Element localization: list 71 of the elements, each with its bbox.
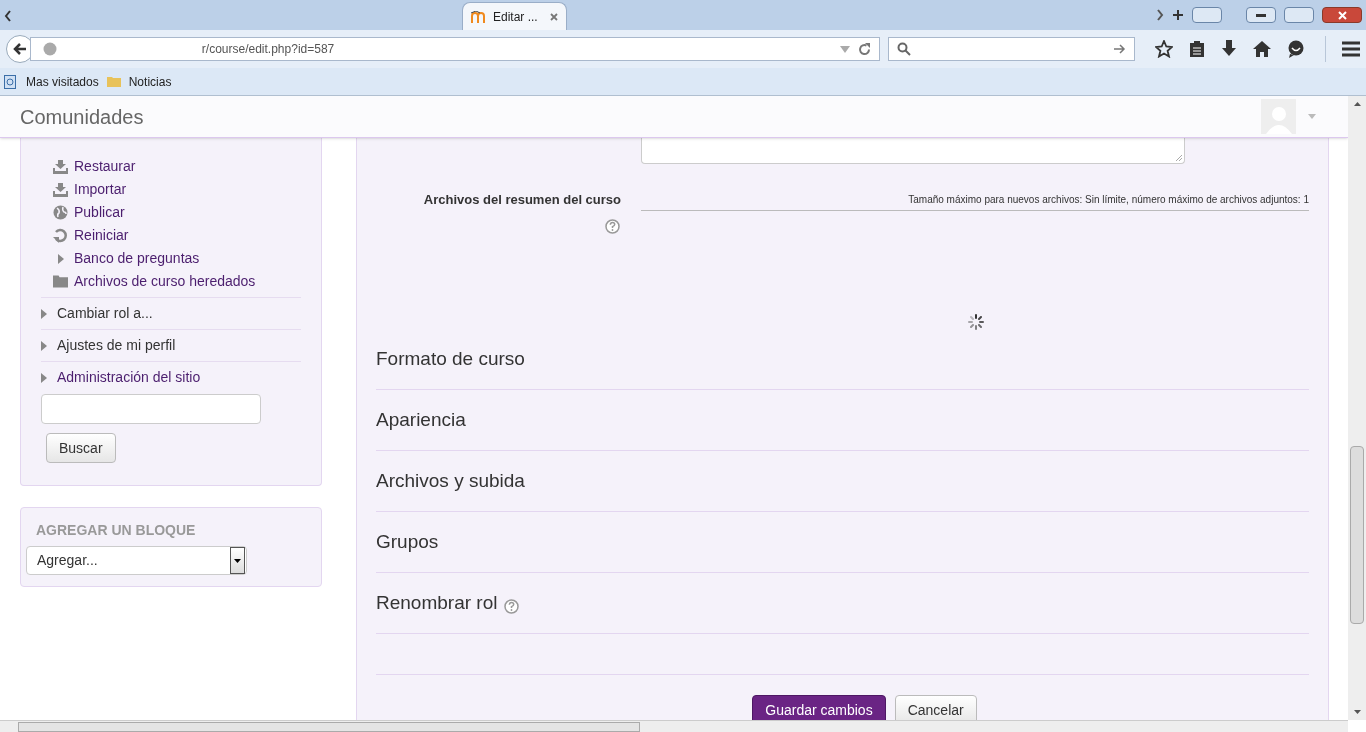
close-button[interactable] <box>1322 7 1362 23</box>
url-text: r/course/edit.php?id=587 <box>201 41 335 58</box>
circular-arrow-icon <box>53 228 68 243</box>
back-arrow-icon <box>12 43 27 55</box>
menu-link[interactable]: Restaurar <box>74 156 136 177</box>
file-limits-text: Tamaño máximo para nuevos archivos: Sin límite, número máximo de archivos adjuntos: 1 <box>641 190 1309 211</box>
field-label: Archivos del resumen del curso <box>423 191 621 209</box>
restore-button[interactable] <box>1284 7 1314 23</box>
scroll-thumb[interactable] <box>1350 446 1364 624</box>
expand-arrow-icon <box>57 253 64 264</box>
caret-icon <box>234 558 241 563</box>
menu-link[interactable]: Importar <box>74 179 127 200</box>
site-name[interactable]: Comunidades <box>20 101 144 132</box>
home-icon[interactable] <box>1253 41 1271 57</box>
horizontal-scrollbar[interactable] <box>0 720 1348 732</box>
menu-link[interactable]: Reiniciar <box>74 225 129 246</box>
search-input[interactable] <box>41 394 261 424</box>
reload-icon[interactable] <box>858 42 872 56</box>
expand-arrow-icon <box>41 372 47 383</box>
smiley-icon[interactable] <box>1287 40 1305 58</box>
chevron-right-icon[interactable] <box>1156 9 1164 21</box>
expand-arrow-icon <box>41 340 47 351</box>
magnifier-page-icon <box>4 74 18 89</box>
cancel-button[interactable]: Cancelar <box>894 695 977 720</box>
tray-download-icon <box>53 182 68 197</box>
save-button[interactable]: Guardar cambios <box>752 695 886 720</box>
menu-link[interactable]: Banco de preguntas <box>74 248 200 269</box>
resize-button[interactable] <box>1192 7 1222 23</box>
block-title: AGREGAR UN BLOQUE <box>35 521 197 540</box>
dropdown-icon[interactable] <box>840 45 851 53</box>
scroll-down-icon[interactable] <box>1353 710 1361 714</box>
chevron-left-icon <box>4 10 12 22</box>
search-icon <box>897 42 912 56</box>
close-icon <box>1337 10 1347 20</box>
menu-link[interactable]: Publicar <box>74 202 125 223</box>
download-icon[interactable] <box>1221 40 1237 58</box>
scroll-up-icon[interactable] <box>1353 102 1361 106</box>
globe-icon <box>53 205 68 220</box>
tray-download-icon <box>53 159 68 174</box>
folder-icon <box>53 275 68 288</box>
section-heading[interactable]: Archivos y subida <box>376 467 525 496</box>
resize-grip-icon <box>1175 154 1182 161</box>
browser-tab[interactable]: Editar ... <box>462 2 567 30</box>
section-heading[interactable]: Renombrar rol <box>376 589 498 618</box>
address-bar[interactable]: r/course/edit.php?id=587 <box>29 37 881 61</box>
menu-item[interactable]: Cambiar rol a... <box>57 303 153 324</box>
loading-spinner-icon <box>968 314 984 330</box>
expand-arrow-icon <box>41 308 47 319</box>
menu-link[interactable]: Archivos de curso heredados <box>74 271 256 292</box>
star-icon[interactable] <box>1155 40 1173 58</box>
section-heading[interactable]: Apariencia <box>376 406 466 435</box>
minimize-button[interactable] <box>1246 7 1276 23</box>
vertical-scrollbar[interactable] <box>1348 96 1366 720</box>
plus-icon[interactable] <box>1172 9 1184 21</box>
search-button[interactable]: Buscar <box>46 433 116 463</box>
bookmark-folder[interactable]: Noticias <box>128 72 172 91</box>
section-heading[interactable]: Formato de curso <box>376 345 525 374</box>
scroll-thumb[interactable] <box>18 721 640 732</box>
block-select[interactable]: Agregar... <box>26 546 247 575</box>
section-heading[interactable]: Grupos <box>376 528 439 557</box>
globe-icon <box>42 42 57 56</box>
folder-icon <box>106 76 121 87</box>
menu-icon[interactable] <box>1342 41 1360 57</box>
help-icon[interactable] <box>605 218 620 234</box>
clipboard-icon[interactable] <box>1189 40 1205 58</box>
menu-item[interactable]: Ajustes de mi perfil <box>57 335 176 356</box>
arrow-right-icon[interactable] <box>1114 44 1126 54</box>
menu-item[interactable]: Administración del sitio <box>57 367 201 388</box>
help-icon[interactable] <box>504 599 520 614</box>
close-tab-icon[interactable] <box>550 12 558 21</box>
bookmark-link[interactable]: Mas visitados <box>26 72 99 91</box>
